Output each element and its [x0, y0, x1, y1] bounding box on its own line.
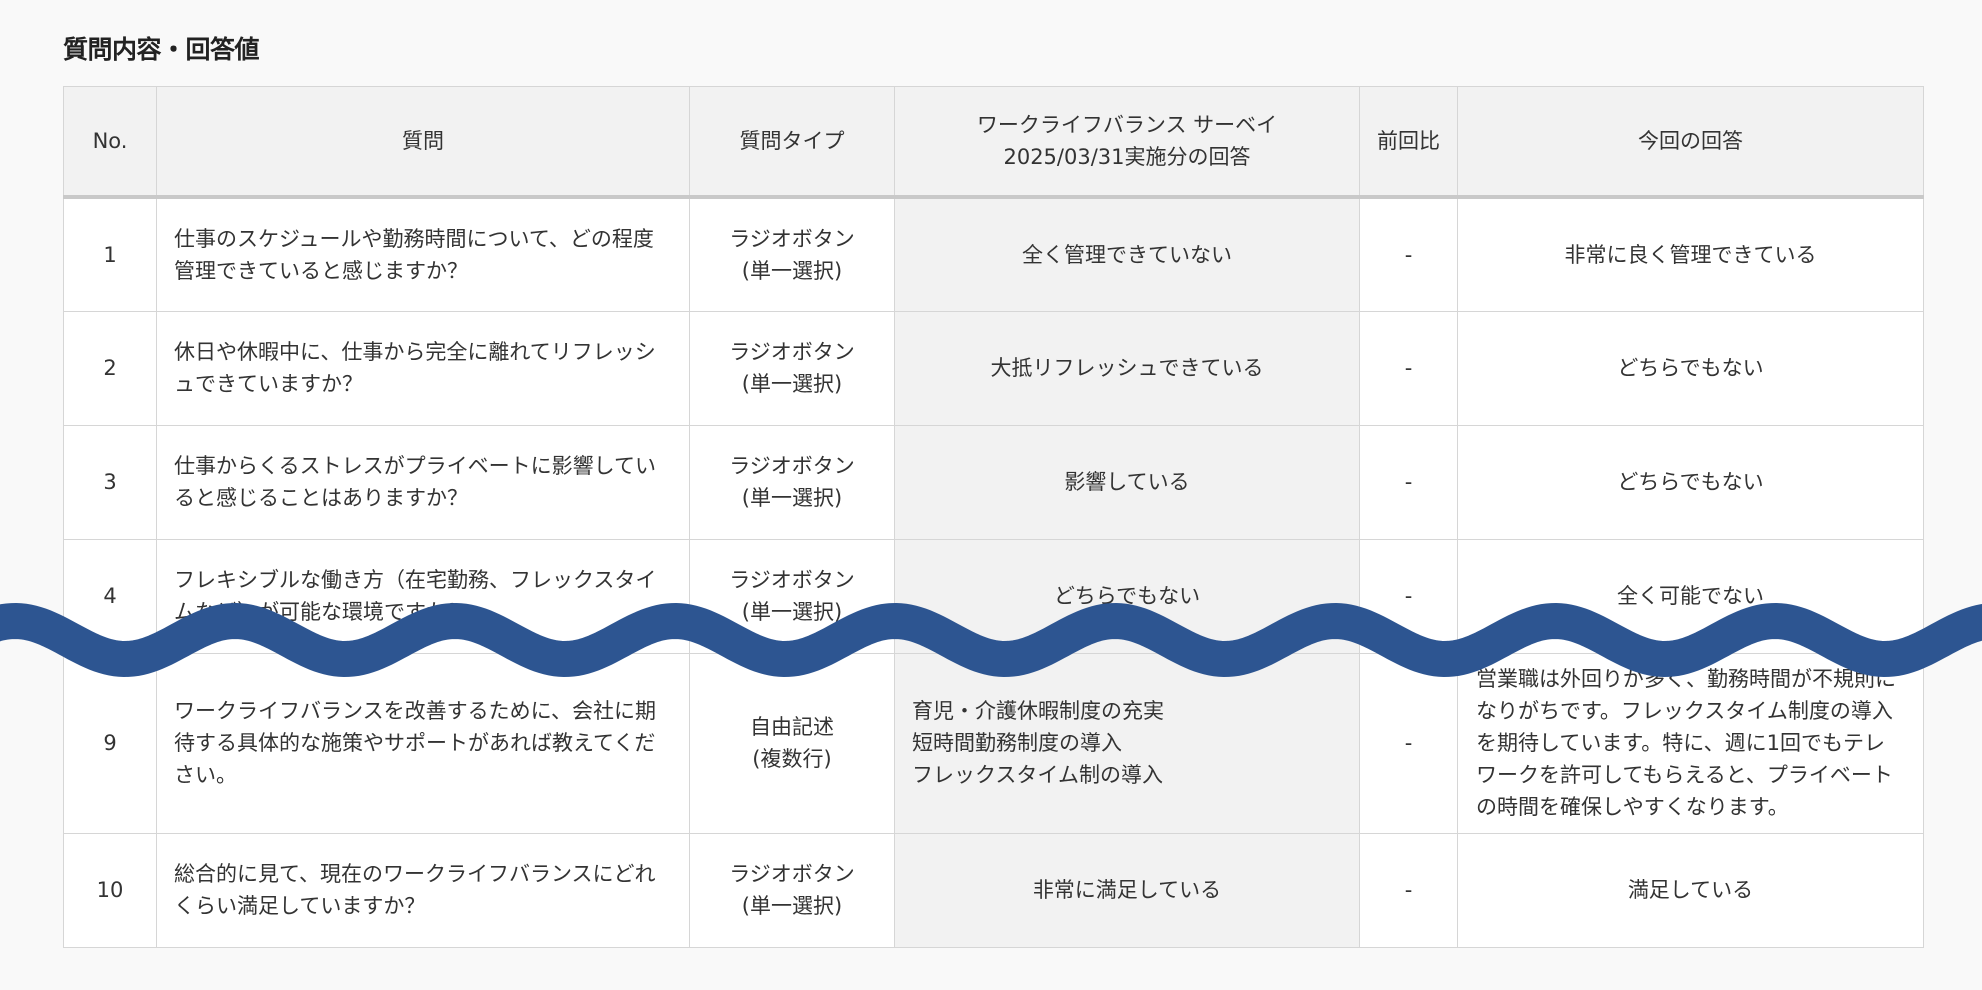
table-header-row: No. 質問 質問タイプ ワークライフバランス サーベイ 2025/03/31実…	[63, 86, 1924, 199]
table-row: 9 ワークライフバランスを改善するために、会社に期待する具体的な施策やサポートが…	[63, 652, 1924, 834]
row-no: 9	[63, 652, 157, 834]
row-diff: -	[1359, 196, 1458, 312]
column-header-previous-answer: ワークライフバランス サーベイ 2025/03/31実施分の回答	[894, 86, 1360, 199]
column-header-question: 質問	[156, 86, 690, 199]
table-row: 4 フレキシブルな働き方（在宅勤務、フレックスタイムなど）が可能な環境ですか？ …	[63, 538, 1924, 654]
column-header-diff: 前回比	[1359, 86, 1458, 199]
column-header-current-answer: 今回の回答	[1457, 86, 1924, 199]
table-row: 1 仕事のスケジュールや勤務時間について、どの程度管理できていると感じますか？ …	[63, 196, 1924, 312]
row-question: 仕事からくるストレスがプライベートに影響していると感じることはありますか？	[156, 424, 690, 540]
row-question-type: 自由記述 (複数行)	[689, 652, 895, 834]
row-no: 10	[63, 832, 157, 948]
row-diff: -	[1359, 538, 1458, 654]
row-previous-answer: 全く管理できていない	[894, 196, 1360, 312]
row-previous-answer: 育児・介護休暇制度の充実 短時間勤務制度の導入 フレックスタイム制の導入	[894, 652, 1360, 834]
row-question-type: ラジオボタン (単一選択)	[689, 832, 895, 948]
row-question: 休日や休暇中に、仕事から完全に離れてリフレッシュできていますか？	[156, 310, 690, 426]
row-question-type: ラジオボタン (単一選択)	[689, 424, 895, 540]
row-no: 2	[63, 310, 157, 426]
row-diff: -	[1359, 424, 1458, 540]
row-question-type: ラジオボタン (単一選択)	[689, 310, 895, 426]
row-current-answer: どちらでもない	[1457, 424, 1924, 540]
row-question-type: ラジオボタン (単一選択)	[689, 196, 895, 312]
row-current-answer: 営業職は外回りが多く、勤務時間が不規則になりがちです。フレックスタイム制度の導入…	[1457, 652, 1924, 834]
table-row: 3 仕事からくるストレスがプライベートに影響していると感じることはありますか？ …	[63, 424, 1924, 540]
row-no: 1	[63, 196, 157, 312]
row-previous-answer: どちらでもない	[894, 538, 1360, 654]
column-header-no: No.	[63, 86, 157, 199]
row-question: 仕事のスケジュールや勤務時間について、どの程度管理できていると感じますか？	[156, 196, 690, 312]
row-diff: -	[1359, 652, 1458, 834]
row-current-answer: 非常に良く管理できている	[1457, 196, 1924, 312]
row-no: 4	[63, 538, 157, 654]
row-question: ワークライフバランスを改善するために、会社に期待する具体的な施策やサポートがあれ…	[156, 652, 690, 834]
table-row: 10 総合的に見て、現在のワークライフバランスにどれくらい満足していますか？ ラ…	[63, 832, 1924, 948]
row-diff: -	[1359, 310, 1458, 426]
row-question: フレキシブルな働き方（在宅勤務、フレックスタイムなど）が可能な環境ですか？	[156, 538, 690, 654]
row-current-answer: 満足している	[1457, 832, 1924, 948]
row-current-answer: どちらでもない	[1457, 310, 1924, 426]
row-question-type: ラジオボタン (単一選択)	[689, 538, 895, 654]
row-question: 総合的に見て、現在のワークライフバランスにどれくらい満足していますか？	[156, 832, 690, 948]
row-previous-answer: 影響している	[894, 424, 1360, 540]
row-previous-answer: 非常に満足している	[894, 832, 1360, 948]
section-title: 質問内容・回答値	[63, 35, 260, 64]
table-row: 2 休日や休暇中に、仕事から完全に離れてリフレッシュできていますか？ ラジオボタ…	[63, 310, 1924, 426]
row-current-answer: 全く可能でない	[1457, 538, 1924, 654]
row-diff: -	[1359, 832, 1458, 948]
column-header-question-type: 質問タイプ	[689, 86, 895, 199]
row-no: 3	[63, 424, 157, 540]
row-previous-answer: 大抵リフレッシュできている	[894, 310, 1360, 426]
survey-answer-table: No. 質問 質問タイプ ワークライフバランス サーベイ 2025/03/31実…	[63, 86, 1924, 948]
